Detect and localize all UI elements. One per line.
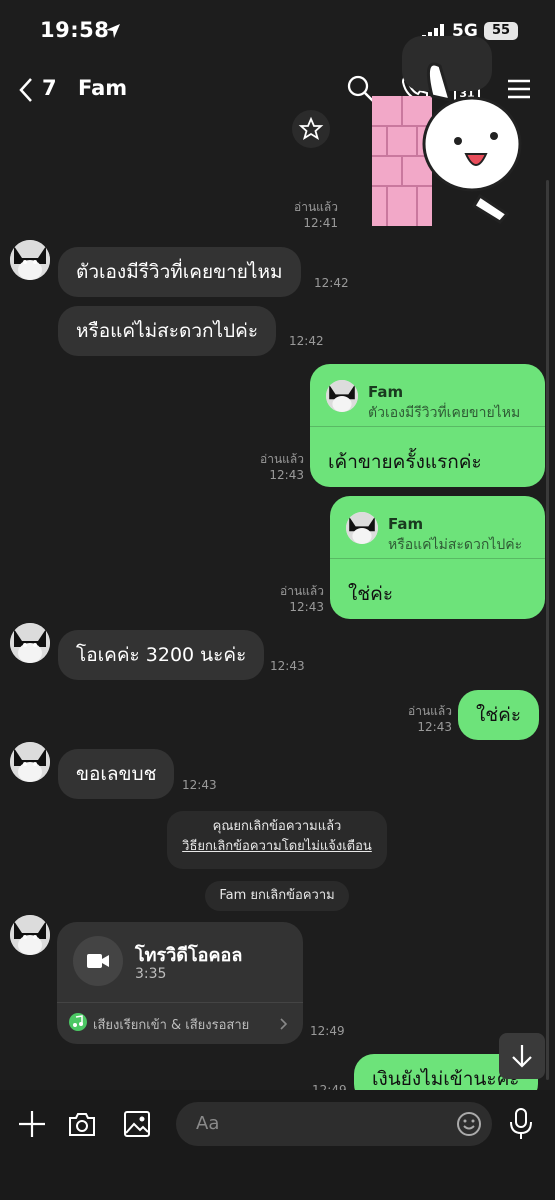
reply-quote[interactable]: Fam ตัวเองมีรีวิวที่เคยขายไหม	[310, 364, 545, 427]
camera-icon[interactable]	[67, 1109, 97, 1139]
music-note-icon	[69, 1013, 87, 1031]
message-time: 12:43	[417, 720, 452, 734]
contact-avatar[interactable]	[10, 240, 50, 280]
message-input[interactable]: Aa	[176, 1102, 492, 1146]
message-time: 12:43	[289, 600, 324, 614]
read-label: อ่านแล้ว	[260, 452, 304, 466]
star-icon	[298, 116, 324, 140]
message-text: เค้าขายครั้งแรกค่ะ	[328, 451, 482, 473]
chat-title: Fam	[78, 76, 128, 100]
cat-photo-icon	[10, 240, 50, 280]
message-bubble-incoming[interactable]: โอเคค่ะ 3200 นะค่ะ	[58, 630, 265, 680]
ringtone-link[interactable]: เสียงเรียกเข้า & เสียงรอสาย	[93, 1014, 249, 1035]
reply-quote[interactable]: Fam หรือแค่ไม่สะดวกไปค่ะ	[330, 496, 545, 559]
message-bubble-outgoing[interactable]: Fam หรือแค่ไม่สะดวกไปค่ะ ใช่ค่ะ	[330, 496, 545, 619]
cat-photo-icon	[326, 380, 358, 412]
scroll-to-bottom-button[interactable]	[499, 1033, 545, 1079]
quote-avatar	[326, 380, 358, 412]
cony-sticker	[372, 36, 522, 226]
message-bubble-outgoing[interactable]: ใช่ค่ะ	[458, 690, 540, 740]
video-camera-icon	[87, 954, 109, 968]
message-time: 12:42	[314, 276, 349, 290]
input-bar: Aa	[0, 1090, 555, 1200]
message-time: 12:43	[270, 659, 305, 673]
cat-photo-icon	[10, 742, 50, 782]
call-duration: 3:35	[135, 966, 167, 982]
video-call-icon-circle	[73, 936, 123, 986]
contact-avatar[interactable]	[10, 623, 50, 663]
message-bubble-incoming[interactable]: หรือแค่ไม่สะดวกไปค่ะ	[58, 306, 277, 356]
message-input-placeholder: Aa	[196, 1113, 220, 1134]
quote-text: หรือแค่ไม่สะดวกไปค่ะ	[388, 537, 523, 553]
chevron-right-icon	[280, 1018, 288, 1030]
microphone-icon[interactable]	[508, 1107, 534, 1141]
message-bubble-incoming[interactable]: ตัวเองมีรีวิวที่เคยขายไหม	[58, 247, 301, 297]
favorite-button[interactable]	[292, 110, 330, 148]
read-receipt: อ่านแล้ว 12:43	[256, 583, 324, 615]
read-label: อ่านแล้ว	[294, 200, 338, 214]
divider	[57, 1002, 303, 1003]
call-title: โทรวิดีโอคอล	[135, 945, 243, 966]
quote-avatar	[346, 512, 378, 544]
read-label: อ่านแล้ว	[408, 704, 452, 718]
message-bubble-outgoing[interactable]: Fam ตัวเองมีรีวิวที่เคยขายไหม เค้าขายครั…	[310, 364, 545, 487]
scroll-indicator[interactable]	[546, 180, 549, 1080]
message-time: 12:42	[289, 334, 324, 348]
message-time: 12:41	[303, 216, 338, 230]
message-time: 12:43	[269, 468, 304, 482]
read-label: อ่านแล้ว	[280, 584, 324, 598]
video-call-card[interactable]: โทรวิดีโอคอล 3:35 เสียงเรียกเข้า & เสียง…	[57, 922, 303, 1044]
cat-photo-icon	[10, 915, 50, 955]
cat-photo-icon	[10, 623, 50, 663]
plus-icon[interactable]	[17, 1109, 47, 1139]
read-receipt: อ่านแล้ว 12:43	[236, 451, 304, 483]
contact-avatar[interactable]	[10, 742, 50, 782]
message-bubble-incoming[interactable]: ขอเลขบช	[58, 749, 175, 799]
unread-count[interactable]: 7	[42, 76, 57, 100]
arrow-down-icon	[512, 1045, 532, 1068]
contact-avatar[interactable]	[10, 915, 50, 955]
unsend-help-link[interactable]: วิธียกเลิกข้อความโดยไม่แจ้งเตือน	[167, 837, 387, 857]
read-receipt: อ่านแล้ว 12:43	[384, 703, 452, 735]
read-receipt: อ่านแล้ว 12:41	[270, 199, 338, 231]
location-arrow-icon	[106, 24, 120, 38]
emoji-icon[interactable]	[456, 1111, 482, 1137]
unsend-notice: คุณยกเลิกข้อความแล้ว วิธียกเลิกข้อความโด…	[167, 811, 387, 869]
status-time: 19:58	[40, 18, 110, 42]
image-icon[interactable]	[122, 1109, 152, 1139]
cat-photo-icon	[346, 512, 378, 544]
unsend-notice-text: คุณยกเลิกข้อความแล้ว	[212, 819, 342, 834]
quote-text: ตัวเองมีรีวิวที่เคยขายไหม	[368, 405, 521, 421]
message-text: ใช่ค่ะ	[348, 583, 394, 605]
back-chevron-icon[interactable]	[16, 76, 36, 104]
message-time: 12:43	[182, 778, 217, 792]
contact-unsend-notice: Fam ยกเลิกข้อความ	[205, 881, 349, 911]
message-time: 12:49	[310, 1024, 345, 1038]
